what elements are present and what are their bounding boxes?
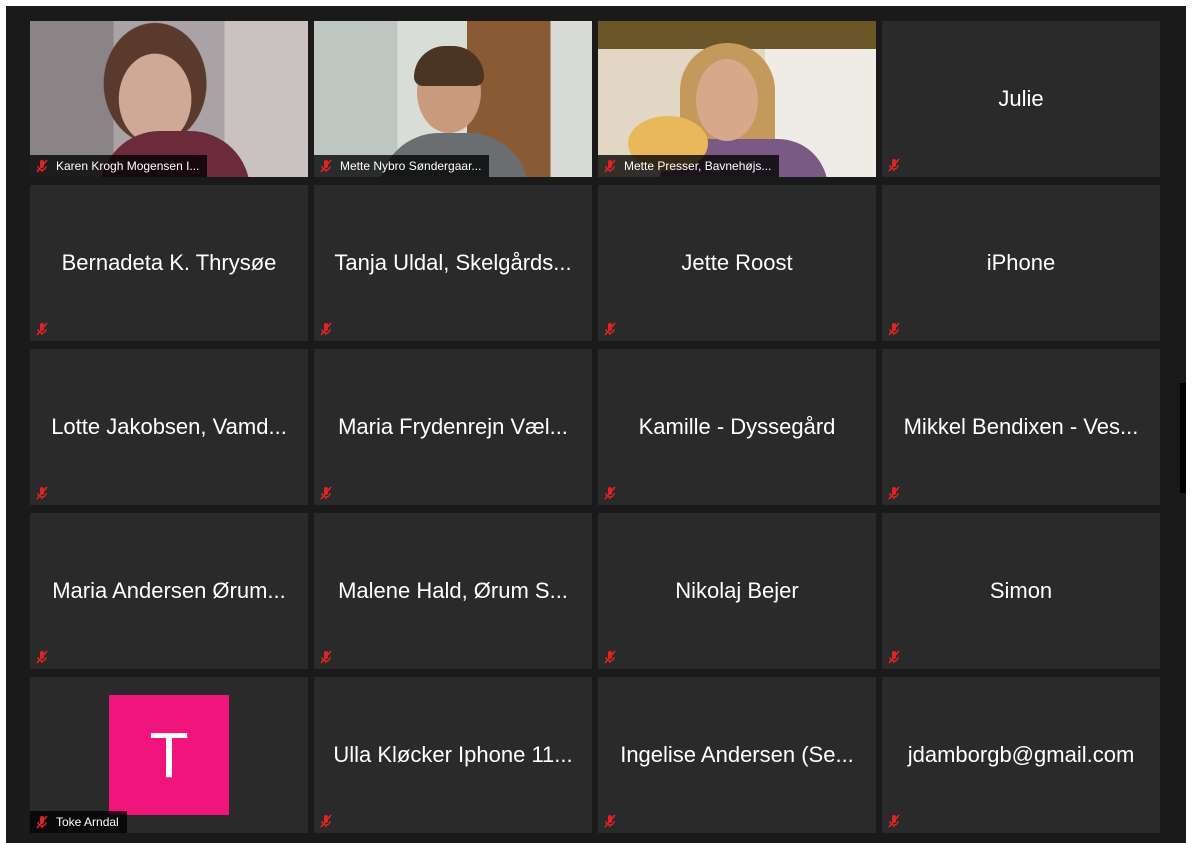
participant-tile[interactable]: T Toke Arndal: [30, 677, 308, 833]
mic-muted-icon: [318, 649, 334, 665]
participant-name: Malene Hald, Ørum S...: [338, 578, 568, 603]
mic-muted-icon: [602, 813, 618, 829]
participant-tile[interactable]: Karen Krogh Mogensen I...: [30, 21, 308, 177]
participant-video: [30, 21, 308, 177]
mic-muted-icon: [34, 814, 50, 830]
participant-tile[interactable]: Simon: [882, 513, 1160, 669]
participant-tile[interactable]: Mikkel Bendixen - Ves...: [882, 349, 1160, 505]
mic-muted-icon: [318, 485, 334, 501]
mic-muted-icon: [886, 321, 902, 337]
participant-tile[interactable]: Maria Andersen Ørum...: [30, 513, 308, 669]
participant-tile[interactable]: Nikolaj Bejer: [598, 513, 876, 669]
participant-tile[interactable]: iPhone: [882, 185, 1160, 341]
participant-name: Jette Roost: [681, 250, 793, 275]
zoom-gallery-window: Karen Krogh Mogensen I... Mette Nybro Sø…: [6, 6, 1186, 843]
participant-tile[interactable]: Ingelise Andersen (Se...: [598, 677, 876, 833]
participant-tile[interactable]: Tanja Uldal, Skelgårds...: [314, 185, 592, 341]
mic-muted-icon: [886, 485, 902, 501]
mic-muted-icon: [602, 649, 618, 665]
participant-name: jdamborgb@gmail.com: [907, 742, 1135, 767]
participant-name-label: Mette Nybro Søndergaar...: [314, 155, 490, 177]
mic-muted-icon: [886, 649, 902, 665]
participant-name: Maria Frydenrejn Væl...: [338, 414, 568, 439]
participant-video: [314, 21, 592, 177]
participant-tile[interactable]: Lotte Jakobsen, Vamd...: [30, 349, 308, 505]
participant-tile[interactable]: Julie: [882, 21, 1160, 177]
mic-muted-icon: [318, 813, 334, 829]
participant-name-label: Toke Arndal: [30, 811, 127, 833]
mic-muted-icon: [602, 158, 618, 174]
mic-muted-icon: [318, 321, 334, 337]
mic-muted-icon: [602, 321, 618, 337]
participant-name: Mikkel Bendixen - Ves...: [903, 414, 1139, 439]
participant-name: Kamille - Dyssegård: [638, 414, 836, 439]
participant-name: Julie: [998, 86, 1044, 111]
participant-tile[interactable]: Ulla Kløcker Iphone 11...: [314, 677, 592, 833]
participant-name: Lotte Jakobsen, Vamd...: [51, 414, 287, 439]
participant-tile[interactable]: Kamille - Dyssegård: [598, 349, 876, 505]
participant-name: Bernadeta K. Thrysøe: [61, 250, 277, 275]
mic-muted-icon: [886, 813, 902, 829]
participant-name-label: Karen Krogh Mogensen I...: [30, 155, 208, 177]
participant-tile[interactable]: Maria Frydenrejn Væl...: [314, 349, 592, 505]
participant-tile[interactable]: Mette Presser, Bavnehøjs...: [598, 21, 876, 177]
participant-name: Nikolaj Bejer: [675, 578, 799, 603]
mic-muted-icon: [34, 649, 50, 665]
participant-name: Maria Andersen Ørum...: [52, 578, 286, 603]
participant-tile[interactable]: Bernadeta K. Thrysøe: [30, 185, 308, 341]
participant-name: Ulla Kløcker Iphone 11...: [333, 742, 573, 767]
mic-muted-icon: [34, 321, 50, 337]
mic-muted-icon: [34, 158, 50, 174]
mic-muted-icon: [34, 485, 50, 501]
participant-tile[interactable]: Malene Hald, Ørum S...: [314, 513, 592, 669]
mic-muted-icon: [318, 158, 334, 174]
mic-muted-icon: [602, 485, 618, 501]
participant-video: [598, 21, 876, 177]
side-panel-handle[interactable]: [1180, 383, 1186, 493]
participant-tile[interactable]: jdamborgb@gmail.com: [882, 677, 1160, 833]
participant-name: iPhone: [986, 250, 1056, 275]
mic-muted-icon: [886, 157, 902, 173]
participant-name: Ingelise Andersen (Se...: [620, 742, 854, 767]
participant-grid: Karen Krogh Mogensen I... Mette Nybro Sø…: [30, 21, 1160, 833]
avatar: T: [109, 695, 229, 815]
participant-tile[interactable]: Mette Nybro Søndergaar...: [314, 21, 592, 177]
participant-name: Tanja Uldal, Skelgårds...: [334, 250, 572, 275]
participant-name: Simon: [989, 578, 1053, 603]
participant-name-label: Mette Presser, Bavnehøjs...: [598, 155, 780, 177]
participant-tile[interactable]: Jette Roost: [598, 185, 876, 341]
